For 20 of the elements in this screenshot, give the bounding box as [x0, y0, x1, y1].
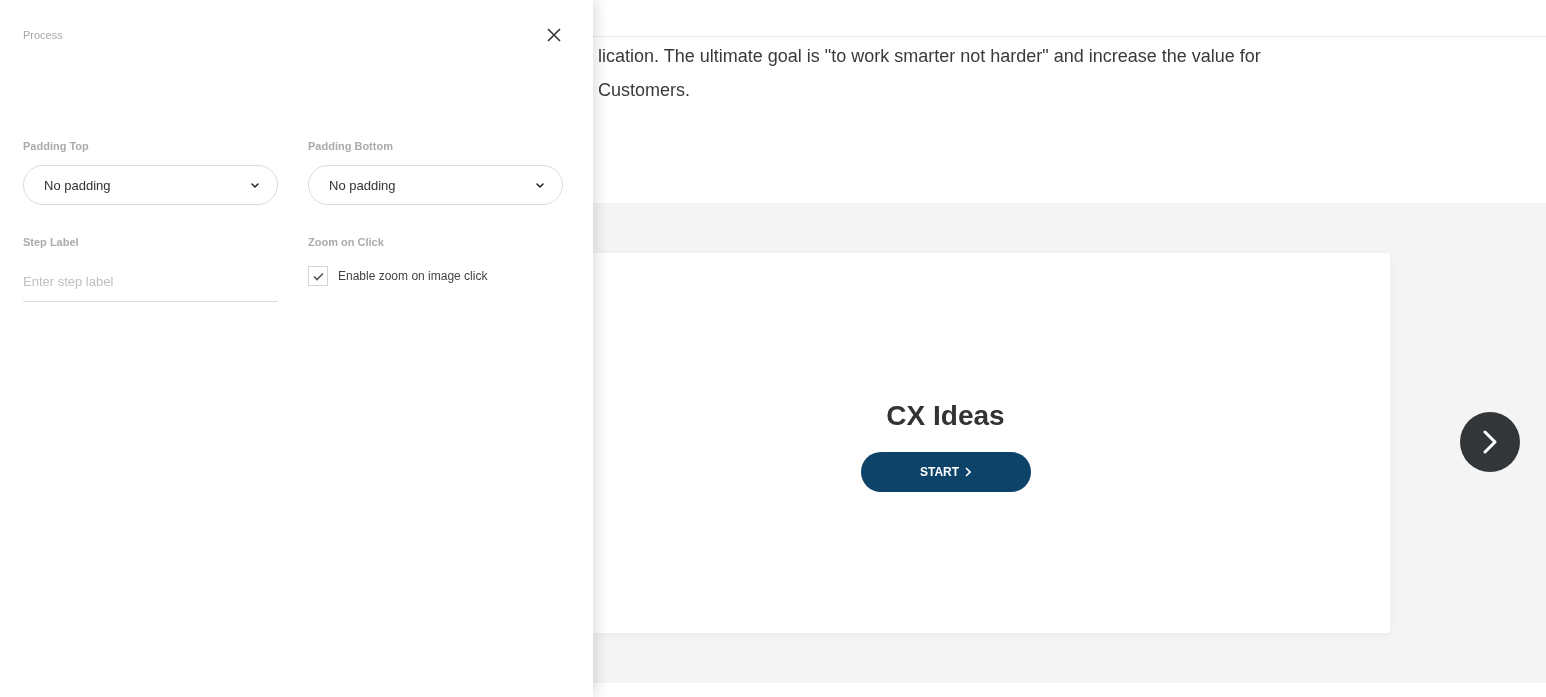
checkbox-label: Enable zoom on image click [338, 269, 488, 283]
chevron-down-icon [251, 182, 259, 188]
checkbox[interactable] [308, 266, 328, 286]
panel-title: Process [23, 29, 63, 41]
field-label: Padding Bottom [308, 139, 394, 153]
paragraph-line: lication. The ultimate goal is "to work smarter not harder" and increase the value for [598, 45, 1262, 68]
checkmark-icon [312, 271, 324, 281]
slide-title: CX Ideas [886, 398, 1005, 433]
input-field[interactable]: Enter step label [23, 262, 278, 302]
field-label: Padding Top [23, 139, 90, 153]
close-button[interactable] [546, 27, 562, 43]
chevron-right-icon [1483, 430, 1497, 454]
field-label: Step Label [23, 235, 80, 249]
next-slide-button[interactable] [1460, 412, 1520, 472]
chevron-right-icon [965, 466, 972, 477]
chevron-down-icon [536, 182, 544, 188]
field-label: Zoom on Click [308, 235, 385, 249]
start-button[interactable]: START [860, 451, 1031, 492]
close-icon [547, 28, 561, 42]
paragraph-line: Customers. [598, 79, 692, 102]
